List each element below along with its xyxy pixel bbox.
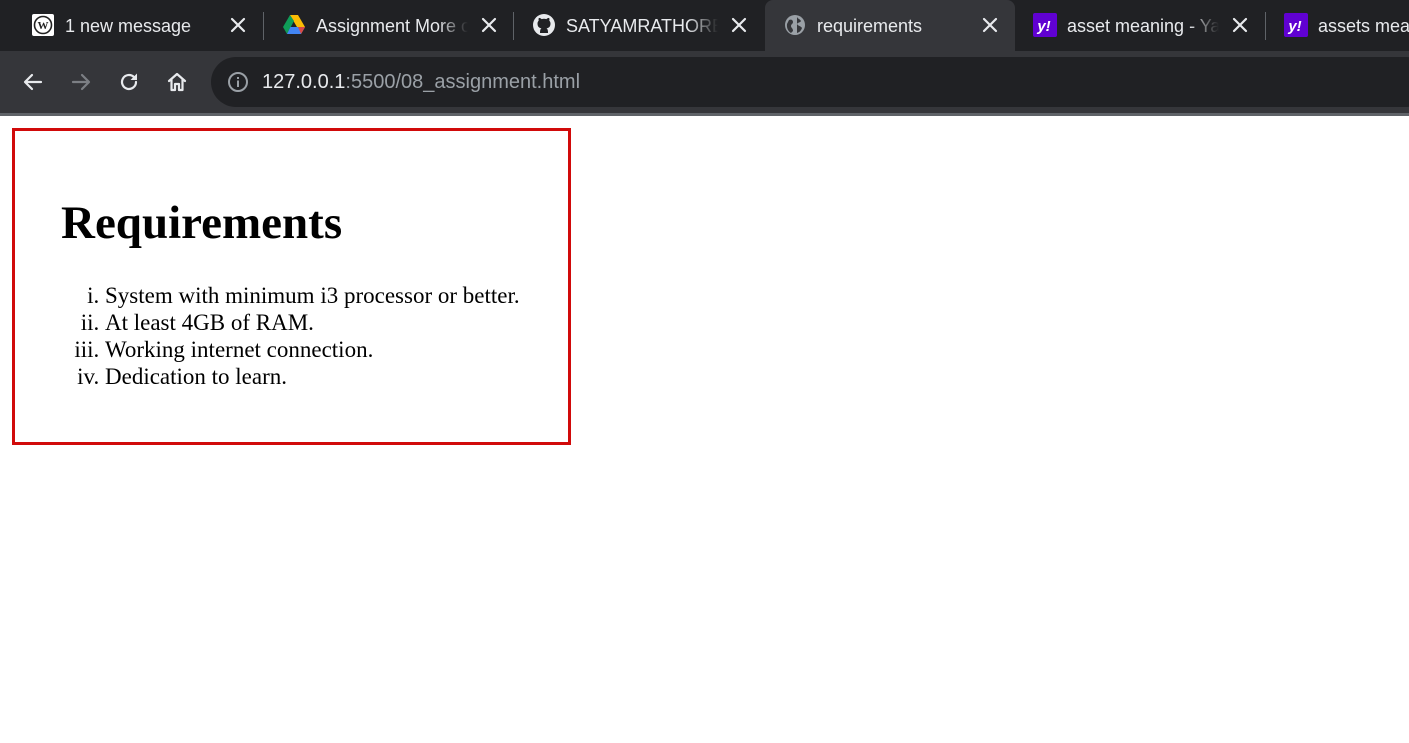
svg-text:y!: y! (1036, 18, 1050, 35)
page-title: Requirements (61, 197, 343, 249)
tab-1-new-message[interactable]: W 1 new message (13, 0, 263, 51)
close-icon[interactable] (227, 14, 249, 36)
reload-icon[interactable] (112, 65, 146, 99)
browser-toolbar: 127.0.0.1:5500/08_assignment.html (0, 51, 1409, 113)
back-arrow-icon[interactable] (16, 65, 50, 99)
tab-title: SATYAMRATHORE0 (566, 16, 718, 36)
svg-text:y!: y! (1287, 18, 1301, 35)
globe-icon (783, 13, 807, 37)
tab-github[interactable]: SATYAMRATHORE0 (514, 0, 764, 51)
toolbar-divider (0, 113, 1409, 116)
close-icon[interactable] (979, 14, 1001, 36)
tab-title: 1 new message (65, 16, 192, 36)
list-item: System with minimum i3 processor or bett… (105, 282, 520, 309)
yahoo-icon: y! (1033, 13, 1057, 37)
close-icon[interactable] (478, 14, 500, 36)
tab-assignment[interactable]: Assignment More or less (264, 0, 514, 51)
url-path: :5500/08_assignment.html (345, 71, 581, 93)
tab-title: requirements (817, 16, 923, 36)
github-icon (532, 13, 556, 37)
requirements-list: System with minimum i3 processor or bett… (105, 282, 520, 390)
tab-title: asset meaning - Yahoo (1067, 16, 1219, 36)
forward-arrow-icon[interactable] (64, 65, 98, 99)
tab-strip: W 1 new message Assignment More or less (0, 0, 1409, 51)
list-item: Working internet connection. (105, 336, 520, 363)
info-icon[interactable] (227, 71, 249, 93)
requirements-box: Requirements System with minimum i3 proc… (12, 128, 571, 445)
tab-assets-meaning[interactable]: y! assets mean (1266, 0, 1409, 51)
svg-text:W: W (38, 20, 49, 32)
wordpress-icon: W (31, 13, 55, 37)
home-icon[interactable] (160, 65, 194, 99)
yahoo-icon: y! (1284, 13, 1308, 37)
url-host: 127.0.0.1 (262, 71, 346, 93)
address-bar[interactable]: 127.0.0.1:5500/08_assignment.html (211, 57, 1409, 107)
list-item: At least 4GB of RAM. (105, 309, 520, 336)
tab-title: assets mean (1318, 16, 1409, 36)
list-item: Dedication to learn. (105, 363, 520, 390)
google-drive-icon (282, 13, 306, 37)
url-text: 127.0.0.1:5500/08_assignment.html (262, 69, 580, 95)
tab-title: Assignment More or less (316, 16, 468, 36)
tab-asset-meaning[interactable]: y! asset meaning - Yahoo (1015, 0, 1265, 51)
close-icon[interactable] (1229, 14, 1251, 36)
tab-requirements[interactable]: requirements (765, 0, 1015, 51)
close-icon[interactable] (728, 14, 750, 36)
